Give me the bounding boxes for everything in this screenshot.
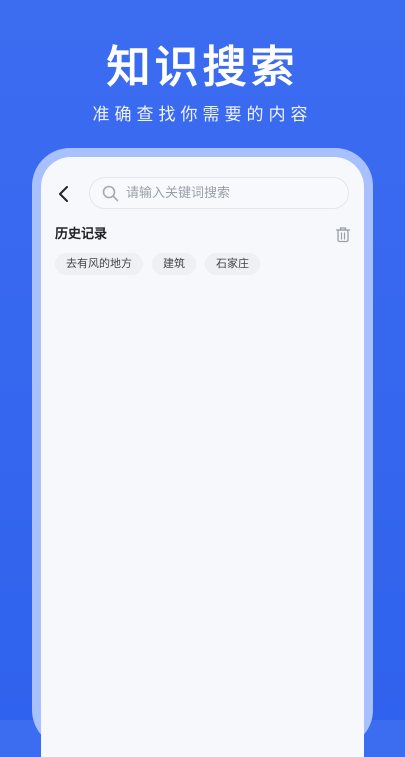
history-tag[interactable]: 建筑: [152, 253, 196, 275]
search-icon: [102, 185, 119, 202]
history-title: 历史记录: [55, 227, 108, 242]
trash-icon: [335, 227, 351, 243]
banner-title: 知识搜索: [106, 42, 299, 93]
phone-screen: 历史记录 去有风的地方 建筑 石家庄: [41, 157, 364, 757]
chevron-left-icon: [59, 186, 68, 202]
search-input[interactable]: [126, 178, 341, 208]
search-box[interactable]: [89, 177, 349, 209]
clear-history-button[interactable]: [335, 226, 351, 243]
history-tag-list: 去有风的地方 建筑 石家庄: [55, 253, 260, 275]
back-button[interactable]: [53, 183, 75, 205]
history-tag[interactable]: 石家庄: [205, 253, 260, 275]
history-tag[interactable]: 去有风的地方: [55, 253, 143, 275]
banner-subtitle: 准确查找你需要的内容: [92, 105, 313, 125]
